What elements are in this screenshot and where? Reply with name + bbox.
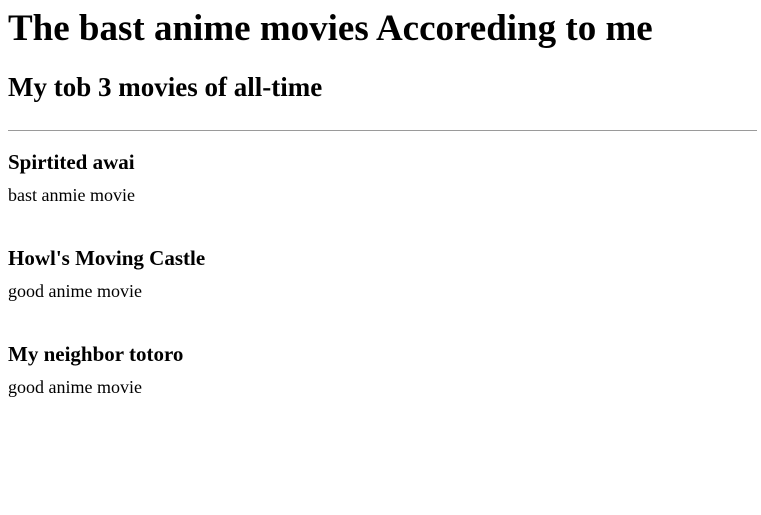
movie-description: bast anmie movie: [8, 185, 135, 205]
movie-item: My neighbor totoro good anime movie: [8, 339, 753, 435]
page-title: The bast anime movies Accoreding to me: [8, 8, 653, 49]
movie-title: My neighbor totoro: [8, 342, 184, 366]
movie-item: Spirtited awai bast anmie movie: [8, 147, 753, 243]
movie-list: Spirtited awai bast anmie movie Howl's M…: [8, 147, 753, 435]
movie-description: good anime movie: [8, 377, 142, 397]
movie-title: Spirtited awai: [8, 150, 135, 174]
movie-item: Howl's Moving Castle good anime movie: [8, 243, 753, 339]
divider: [8, 130, 757, 131]
page-content: The bast anime movies Accoreding to me M…: [0, 0, 761, 435]
movie-description: good anime movie: [8, 281, 142, 301]
movie-title: Howl's Moving Castle: [8, 246, 206, 270]
